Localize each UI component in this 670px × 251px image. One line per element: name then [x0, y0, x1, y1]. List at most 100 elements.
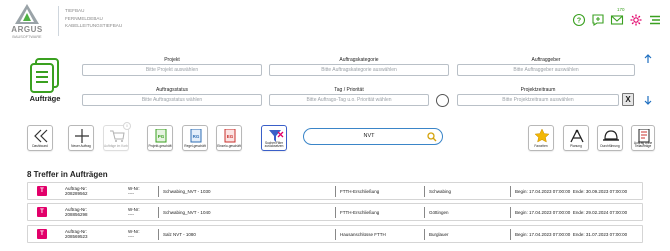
auftragskategorie-label: Auftragskategorie: [339, 57, 379, 63]
projekt-label: Projekt: [164, 57, 180, 63]
order-type-badge: T: [37, 186, 47, 196]
order-begin: Begin: 17.04.2023 07:00:00: [515, 189, 571, 194]
company-info: TIEFBAU FERNMELDEBAU KABELLEITUNGSTIEFBA…: [65, 7, 122, 30]
order-location: Burglauer: [424, 229, 508, 240]
auftragsstatus-label: Auftragsstatus: [156, 87, 188, 93]
order-nr: 208289562: [65, 191, 88, 196]
auftragsstatus-select[interactable]: Bitte Auftragsstatus wählen: [82, 94, 262, 106]
eg-doc-icon: EG: [224, 129, 236, 143]
table-row[interactable]: T Auftrag-Nr: 208569523 W-Nr: ---- Salz NVT -…: [27, 225, 643, 243]
svg-text:EG: EG: [227, 134, 234, 139]
orders-document-icon: [30, 58, 59, 93]
table-row[interactable]: T Auftrag-Nr: 208856298 W-Nr: ---- Schwabing_…: [27, 203, 643, 221]
auftraggeber-label: Auftraggeber: [531, 57, 561, 63]
projektzeitraum-label: Projektzeitraum: [520, 87, 556, 93]
results-count-title: 8 Treffer in Aufträgen: [27, 170, 108, 179]
order-without-suborders-button[interactable]: Auftrag ohne Teilaufträge: [631, 125, 655, 151]
mail-icon[interactable]: 170: [610, 7, 625, 27]
logo-mark-icon: [15, 4, 39, 24]
logo-subtext: BAUSOFTWARE: [12, 35, 42, 39]
plus-icon: [75, 129, 89, 143]
header-divider: [58, 6, 59, 36]
argus-logo[interactable]: ARGUS BAUSOFTWARE: [5, 4, 49, 42]
w-nr: ----: [128, 212, 134, 217]
order-type-badge: T: [37, 229, 47, 239]
clear-filter-button[interactable]: X: [622, 93, 634, 106]
w-nr: ----: [128, 191, 134, 196]
order-name: Schwabing_NVT - 1030: [158, 186, 334, 197]
rule-business-label: Regel-geschäft: [184, 144, 206, 149]
dashboard-label: Dashboard: [32, 144, 48, 149]
compass-icon: [570, 129, 584, 143]
planning-button[interactable]: Planung: [563, 125, 589, 151]
order-nr: 208856298: [65, 212, 88, 217]
order-nr: 208569523: [65, 234, 88, 239]
priority-toggle-button[interactable]: [436, 94, 449, 107]
cart-icon: [110, 130, 125, 142]
order-search-input[interactable]: NVT: [303, 128, 443, 145]
orders-cart-label: Aufträge im Korb: [104, 144, 128, 149]
order-end: Ende: 31.07.2023 07:00:00: [572, 232, 628, 237]
order-period: Begin: 17.04.2023 07:00:00 Ende: 29.02.2…: [510, 207, 640, 218]
single-business-label: Einzelo-geschäft: [217, 144, 241, 149]
order-category: FTTH-Erschließung: [335, 207, 423, 218]
project-business-button[interactable]: PG Projekt-geschäft: [147, 125, 173, 151]
favorites-button[interactable]: Favoriten: [528, 125, 554, 151]
completion-label: Durchführung: [600, 144, 620, 149]
header-actions: ? 170: [572, 7, 662, 30]
search-value: NVT: [363, 133, 375, 139]
auftragskategorie-select[interactable]: Bitte Auftragskategorie auswählen: [269, 64, 449, 76]
svg-text:?: ?: [577, 18, 581, 25]
auftraggeber-select[interactable]: Bitte Auftraggeber auswählen: [457, 64, 635, 76]
tag-prioritaet-label: Tag / Priorität: [334, 87, 364, 93]
company-line: TIEFBAU: [65, 8, 85, 13]
company-line: KABELLEITUNGSTIEFBAU: [65, 23, 123, 29]
add-comment-icon[interactable]: [591, 13, 605, 27]
svg-text:RG: RG: [193, 134, 200, 139]
dashboard-button[interactable]: Dashboard: [27, 125, 53, 151]
reset-filters-button[interactable]: Sucher/Filter zurücksetzen: [261, 125, 287, 151]
order-end: Ende: 29.02.2024 07:00:00: [572, 210, 628, 215]
svg-text:PG: PG: [158, 134, 165, 139]
projektzeitraum-select[interactable]: Bitte Projektzeitraum auswählen: [457, 94, 619, 106]
order-begin: Begin: 17.04.2023 07:00:00: [515, 232, 571, 237]
arrow-down-icon[interactable]: [644, 95, 652, 105]
order-name: Salz NVT - 1080: [158, 229, 334, 240]
projekt-select[interactable]: Bitte Projekt auswählen: [82, 64, 262, 76]
settings-icon[interactable]: [629, 13, 643, 27]
order-category: Hausanschlüsse FTTH: [335, 229, 423, 240]
order-period: Begin: 17.04.2023 07:00:00 Ende: 30.09.2…: [510, 186, 640, 197]
panel-title: Aufträge: [29, 94, 61, 103]
tag-prioritaet-select[interactable]: Bitte Auftrags-Tag u.o. Priorität wählen: [269, 94, 429, 106]
completion-button[interactable]: Durchführung: [597, 125, 623, 151]
menu-icon[interactable]: [648, 13, 662, 27]
double-chevron-left-icon: [34, 129, 48, 143]
rg-doc-icon: RG: [190, 129, 202, 143]
order-location: Schwabing: [424, 186, 508, 197]
order-period: Begin: 17.04.2023 07:00:00 Ende: 31.07.2…: [510, 229, 640, 240]
pg-doc-icon: PG: [155, 129, 167, 143]
rule-business-button[interactable]: RG Regel-geschäft: [182, 125, 208, 151]
orders-cart-button[interactable]: 0 Aufträge im Korb: [103, 122, 131, 151]
help-icon[interactable]: ?: [572, 13, 586, 27]
arrow-up-icon[interactable]: [644, 54, 652, 64]
order-category: FTTH-Erschließung: [335, 186, 423, 197]
logo-text: ARGUS: [11, 25, 43, 34]
new-order-button[interactable]: Neuer Auftrag: [68, 125, 94, 151]
w-nr: ----: [128, 234, 134, 239]
reset-filters-label: Sucher/Filter zurücksetzen: [264, 140, 284, 149]
search-icon[interactable]: [427, 132, 437, 142]
project-business-label: Projekt-geschäft: [148, 144, 172, 149]
star-icon: [534, 129, 550, 143]
order-begin: Begin: 17.04.2023 07:00:00: [515, 210, 571, 215]
mail-count-badge: 170: [617, 7, 625, 12]
table-row[interactable]: T Auftrag-Nr: 208289562 W-Nr: ---- Schwabing_…: [27, 182, 643, 200]
app-header: ARGUS BAUSOFTWARE TIEFBAU FERNMELDEBAU K…: [0, 0, 670, 44]
order-end: Ende: 30.09.2023 07:00:00: [572, 189, 628, 194]
order-without-suborders-label: Auftrag ohne Teilaufträge: [633, 140, 653, 149]
favorites-label: Favoriten: [534, 144, 548, 149]
single-business-button[interactable]: EG Einzelo-geschäft: [216, 125, 242, 151]
order-type-badge: T: [37, 207, 47, 217]
planning-label: Planung: [570, 144, 582, 149]
order-location: Göttingen: [424, 207, 508, 218]
